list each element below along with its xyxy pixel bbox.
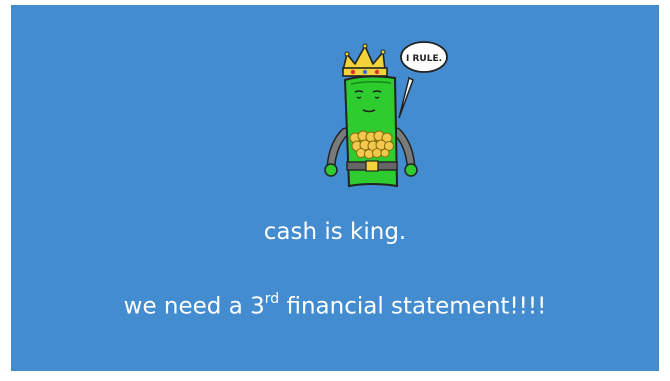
crown-icon	[342, 43, 388, 77]
caption-cash-is-king: cash is king.	[263, 219, 407, 245]
slide: I RULE. cash is king. we need a 3rd fina…	[11, 5, 659, 371]
money-king-icon: I RULE.	[324, 41, 448, 188]
speech-bubble: I RULE.	[398, 41, 448, 119]
caption-2-suffix: financial statement!!!!	[279, 293, 547, 320]
caption-2-superscript: rd	[264, 291, 280, 307]
speech-bubble-text: I RULE.	[406, 54, 442, 64]
caption-financial-statement: we need a 3rd financial statement!!!!	[11, 291, 659, 320]
caption-2-prefix: we need a 3	[123, 293, 265, 320]
